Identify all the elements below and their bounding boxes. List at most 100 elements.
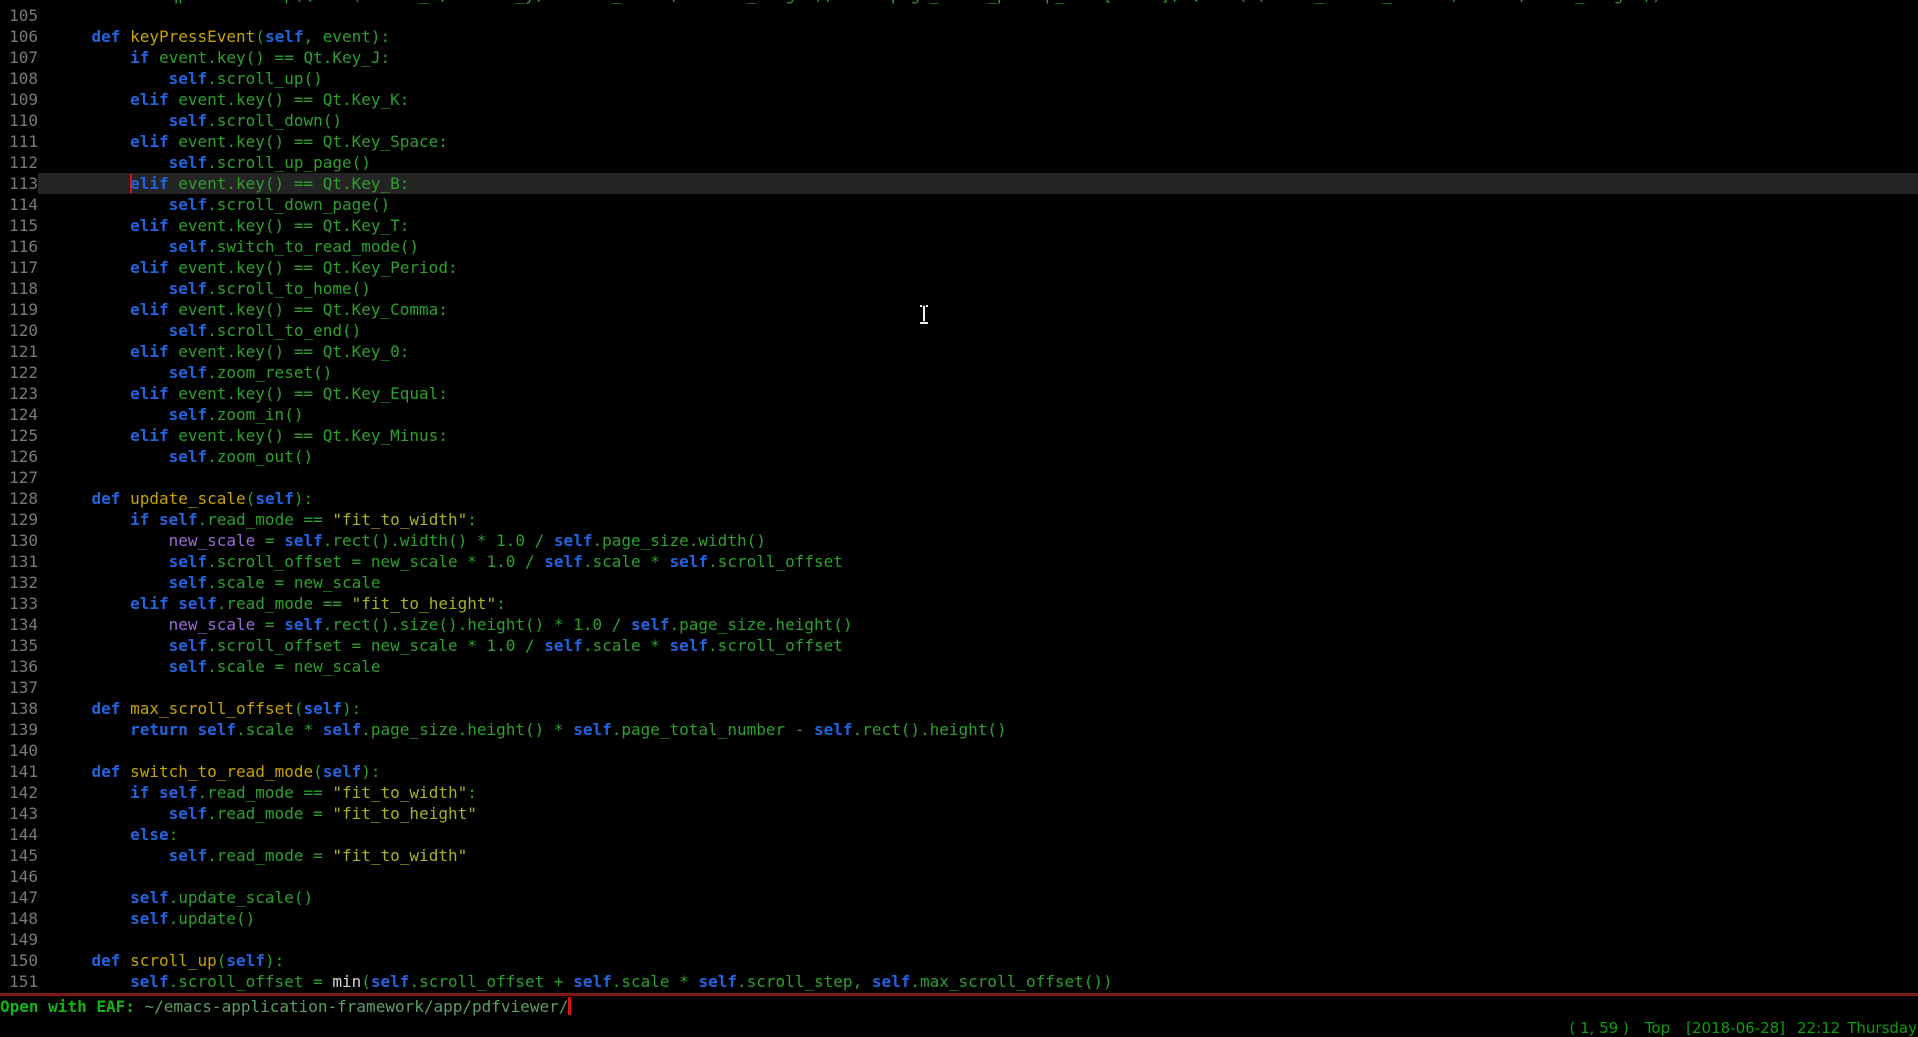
code-text: [38, 467, 1918, 488]
code-line[interactable]: 139 return self.scale * self.page_size.h…: [0, 719, 1918, 740]
line-number: 139: [0, 719, 38, 740]
code-line[interactable]: 120 self.scroll_to_end(): [0, 320, 1918, 341]
code-line[interactable]: 137: [0, 677, 1918, 698]
code-text: if self.read_mode == "fit_to_width":: [38, 782, 1918, 803]
line-number: 117: [0, 257, 38, 278]
code-text: return self.scale * self.page_size.heigh…: [38, 719, 1918, 740]
line-number: 126: [0, 446, 38, 467]
line-number: 127: [0, 467, 38, 488]
code-line[interactable]: 112 self.scroll_up_page(): [0, 152, 1918, 173]
code-text: if event.key() == Qt.Key_J:: [38, 47, 1918, 68]
code-line[interactable]: 126 self.zoom_out(): [0, 446, 1918, 467]
code-line[interactable]: 123 elif event.key() == Qt.Key_Equal:: [0, 383, 1918, 404]
line-number: 113: [0, 173, 38, 194]
code-line[interactable]: 121 elif event.key() == Qt.Key_0:: [0, 341, 1918, 362]
status-bar: ( 1, 59 ) Top [2018-06-28] 22:12 Thursda…: [0, 1019, 1918, 1037]
line-number: 130: [0, 530, 38, 551]
code-line[interactable]: 146: [0, 866, 1918, 887]
code-line[interactable]: 147 self.update_scale(): [0, 887, 1918, 908]
line-number: 123: [0, 383, 38, 404]
code-text: self.switch_to_read_mode(): [38, 236, 1918, 257]
code-line[interactable]: 110 self.scroll_down(): [0, 110, 1918, 131]
code-text: [38, 5, 1918, 26]
code-text: self.scroll_up_page(): [38, 152, 1918, 173]
code-text: self.zoom_out(): [38, 446, 1918, 467]
code-line[interactable]: 119 elif event.key() == Qt.Key_Comma:: [0, 299, 1918, 320]
code-text: def keyPressEvent(self, event):: [38, 26, 1918, 47]
code-line[interactable]: 131 self.scroll_offset = new_scale * 1.0…: [0, 551, 1918, 572]
code-line[interactable]: 124 self.zoom_in(): [0, 404, 1918, 425]
line-number: 135: [0, 635, 38, 656]
code-text: elif event.key() == Qt.Key_Space:: [38, 131, 1918, 152]
code-text: self.scroll_down_page(): [38, 194, 1918, 215]
code-line[interactable]: 142 if self.read_mode == "fit_to_width":: [0, 782, 1918, 803]
code-line[interactable]: 118 self.scroll_to_home(): [0, 278, 1918, 299]
code-text: elif event.key() == Qt.Key_Period:: [38, 257, 1918, 278]
line-number: 118: [0, 278, 38, 299]
code-line[interactable]: 141 def switch_to_read_mode(self):: [0, 761, 1918, 782]
line-number: 106: [0, 26, 38, 47]
code-line[interactable]: 125 elif event.key() == Qt.Key_Minus:: [0, 425, 1918, 446]
code-text: def max_scroll_offset(self):: [38, 698, 1918, 719]
minibuffer-caret: [568, 997, 571, 1015]
code-line[interactable]: 108 self.scroll_up(): [0, 68, 1918, 89]
code-line[interactable]: 116 self.switch_to_read_mode(): [0, 236, 1918, 257]
code-line[interactable]: 117 elif event.key() == Qt.Key_Period:: [0, 257, 1918, 278]
code-line[interactable]: 140: [0, 740, 1918, 761]
cursor-position: ( 1, 59 ): [1569, 1019, 1628, 1037]
code-line[interactable]: 134 new_scale = self.rect().size().heigh…: [0, 614, 1918, 635]
code-line[interactable]: 109 elif event.key() == Qt.Key_K:: [0, 89, 1918, 110]
line-number: 142: [0, 782, 38, 803]
code-line[interactable]: 144 else:: [0, 824, 1918, 845]
code-text: def scroll_up(self):: [38, 950, 1918, 971]
line-number: 107: [0, 47, 38, 68]
code-text: self.scroll_to_home(): [38, 278, 1918, 299]
code-line[interactable]: 138 def max_scroll_offset(self):: [0, 698, 1918, 719]
code-line[interactable]: 106 def keyPressEvent(self, event):: [0, 26, 1918, 47]
minibuffer-input[interactable]: ~/emacs-application-framework/app/pdfvie…: [145, 997, 569, 1016]
code-line[interactable]: 105: [0, 5, 1918, 26]
status-time: 22:12: [1797, 1019, 1840, 1037]
code-line[interactable]: 143 self.read_mode = "fit_to_height": [0, 803, 1918, 824]
code-text: else:: [38, 824, 1918, 845]
line-number: 143: [0, 803, 38, 824]
code-line[interactable]: 148 self.update(): [0, 908, 1918, 929]
code-line[interactable]: 151 self.scroll_offset = min(self.scroll…: [0, 971, 1918, 992]
code-line[interactable]: 128 def update_scale(self):: [0, 488, 1918, 509]
line-number: 105: [0, 5, 38, 26]
code-line[interactable]: 127: [0, 467, 1918, 488]
code-line[interactable]: 115 elif event.key() == Qt.Key_T:: [0, 215, 1918, 236]
code-line[interactable]: 135 self.scroll_offset = new_scale * 1.0…: [0, 635, 1918, 656]
line-number: 112: [0, 152, 38, 173]
code-text: self.read_mode = "fit_to_width": [38, 845, 1918, 866]
line-number: 122: [0, 362, 38, 383]
code-line[interactable]: 136 self.scale = new_scale: [0, 656, 1918, 677]
code-text: self.scale = new_scale: [38, 656, 1918, 677]
editor-buffer[interactable]: 104 qp.drawPixmap(QRect(render_x, render…: [0, 0, 1918, 993]
code-line[interactable]: 133 elif self.read_mode == "fit_to_heigh…: [0, 593, 1918, 614]
code-text: self.zoom_reset(): [38, 362, 1918, 383]
line-number: 121: [0, 341, 38, 362]
minibuffer[interactable]: Open with EAF: ~/emacs-application-frame…: [0, 996, 1918, 1019]
minibuffer-prompt: Open with EAF:: [0, 997, 145, 1016]
line-number: 138: [0, 698, 38, 719]
line-number: 125: [0, 425, 38, 446]
code-line[interactable]: 114 self.scroll_down_page(): [0, 194, 1918, 215]
code-text: [38, 740, 1918, 761]
code-line[interactable]: 111 elif event.key() == Qt.Key_Space:: [0, 131, 1918, 152]
code-line[interactable]: 145 self.read_mode = "fit_to_width": [0, 845, 1918, 866]
code-line[interactable]: 113 elif event.key() == Qt.Key_B:: [0, 173, 1918, 194]
line-number: 146: [0, 866, 38, 887]
code-line[interactable]: 130 new_scale = self.rect().width() * 1.…: [0, 530, 1918, 551]
code-line[interactable]: 150 def scroll_up(self):: [0, 950, 1918, 971]
code-text: elif event.key() == Qt.Key_Comma:: [38, 299, 1918, 320]
code-line[interactable]: 129 if self.read_mode == "fit_to_width":: [0, 509, 1918, 530]
code-line[interactable]: 149: [0, 929, 1918, 950]
code-line[interactable]: 122 self.zoom_reset(): [0, 362, 1918, 383]
code-line[interactable]: 132 self.scale = new_scale: [0, 572, 1918, 593]
line-number: 109: [0, 89, 38, 110]
code-text: self.scroll_to_end(): [38, 320, 1918, 341]
line-number: 108: [0, 68, 38, 89]
code-line[interactable]: 107 if event.key() == Qt.Key_J:: [0, 47, 1918, 68]
code-text: elif event.key() == Qt.Key_T:: [38, 215, 1918, 236]
